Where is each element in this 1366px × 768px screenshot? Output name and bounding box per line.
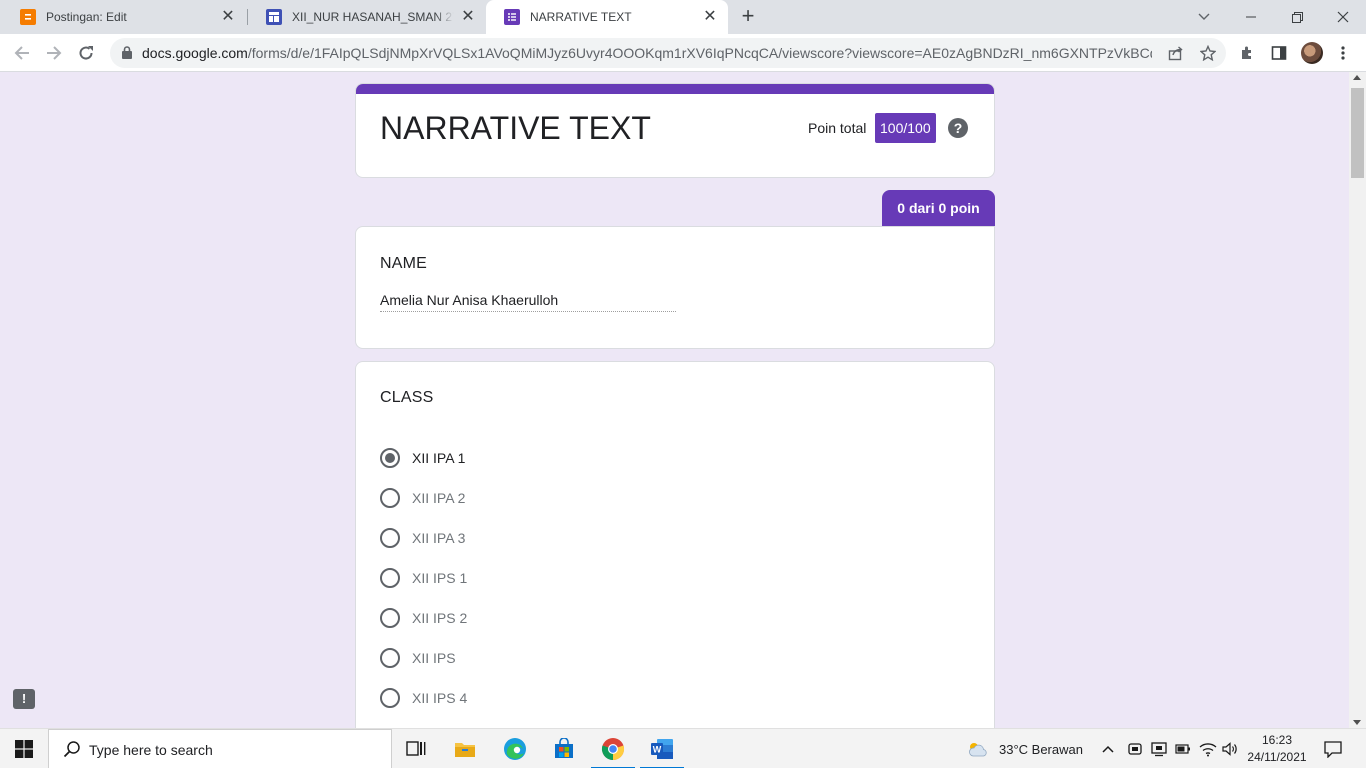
search-icon xyxy=(63,740,81,763)
back-icon[interactable] xyxy=(10,41,34,65)
radio-button[interactable] xyxy=(380,648,400,668)
scrollbar-thumb[interactable] xyxy=(1351,88,1364,178)
clock-date: 24/11/2021 xyxy=(1247,750,1307,764)
class-option[interactable]: XII IPA 1 xyxy=(380,446,465,470)
option-label: XII IPS 2 xyxy=(412,610,468,626)
search-placeholder: Type here to search xyxy=(89,742,213,758)
option-label: XII IPS xyxy=(412,650,456,666)
class-option[interactable]: XII IPS 1 xyxy=(380,566,467,590)
tab-title: XII_NUR HASANAH_SMAN 27 - N xyxy=(292,10,454,24)
forward-icon[interactable] xyxy=(42,41,66,65)
tab-title: NARRATIVE TEXT xyxy=(530,10,632,24)
class-option[interactable]: XII IPS 2 xyxy=(380,606,467,630)
network-display-icon[interactable] xyxy=(1151,729,1169,768)
scroll-up-icon[interactable] xyxy=(1353,75,1361,80)
option-label: XII IPA 1 xyxy=(412,450,466,466)
clock-time: 16:23 xyxy=(1261,733,1293,747)
taskbar-search-box[interactable]: Type here to search xyxy=(48,729,392,768)
points-badge: 100/100 xyxy=(875,113,936,143)
option-label: XII IPS 4 xyxy=(412,690,468,706)
minimize-button[interactable] xyxy=(1228,0,1274,34)
page-scrollbar[interactable] xyxy=(1349,72,1366,728)
wifi-icon[interactable] xyxy=(1199,729,1217,768)
tab-narrative-text[interactable]: NARRATIVE TEXT ✕ xyxy=(486,0,728,34)
word-icon[interactable]: W xyxy=(638,729,686,768)
close-tab-icon[interactable]: ✕ xyxy=(702,9,718,25)
class-option[interactable]: XII IPA 3 xyxy=(380,526,465,550)
url-text: docs.google.com/forms/d/e/1FAIpQLSdjNMpX… xyxy=(142,45,1152,61)
points-label: Poin total xyxy=(808,120,867,136)
form-title: NARRATIVE TEXT xyxy=(380,110,651,146)
menu-kebab-icon[interactable] xyxy=(1333,43,1353,63)
lock-icon[interactable] xyxy=(122,46,132,64)
battery-icon[interactable] xyxy=(1175,729,1191,768)
radio-button[interactable] xyxy=(380,488,400,508)
reload-icon[interactable] xyxy=(74,41,98,65)
system-clock[interactable]: 16:23 24/11/2021 xyxy=(1244,732,1310,766)
tab-postingan[interactable]: Postingan: Edit ✕ xyxy=(2,0,246,34)
question-score-tab: 0 dari 0 poin xyxy=(882,190,995,226)
url-host: docs.google.com xyxy=(142,45,248,61)
question-title: CLASS xyxy=(380,389,434,406)
blogger-icon xyxy=(20,9,36,25)
radio-button[interactable] xyxy=(380,568,400,588)
svg-text:W: W xyxy=(653,745,662,755)
close-tab-icon[interactable]: ✕ xyxy=(460,9,476,25)
edge-icon[interactable] xyxy=(491,729,539,768)
radio-button[interactable] xyxy=(380,608,400,628)
radio-button[interactable] xyxy=(380,528,400,548)
class-option[interactable]: XII IPS 4 xyxy=(380,686,467,710)
report-problem-icon[interactable]: ! xyxy=(13,689,35,709)
tray-chevron-icon[interactable] xyxy=(1101,729,1115,768)
class-option[interactable]: XII IPS xyxy=(380,646,456,670)
tab-title: Postingan: Edit xyxy=(46,10,127,24)
close-window-button[interactable] xyxy=(1320,0,1366,34)
browser-tab-strip: Postingan: Edit ✕ XII_NUR HASANAH_SMAN 2… xyxy=(0,0,1366,34)
form-header-card: NARRATIVE TEXT Poin total 100/100 ? xyxy=(355,83,995,178)
browser-toolbar: docs.google.com/forms/d/e/1FAIpQLSdjNMpX… xyxy=(0,34,1366,72)
question-title: NAME xyxy=(380,255,428,272)
weather-text: 33°C Berawan xyxy=(999,741,1083,757)
tab-search-icon[interactable] xyxy=(1181,0,1227,34)
microsoft-store-icon[interactable] xyxy=(540,729,588,768)
side-panel-icon[interactable] xyxy=(1269,43,1289,63)
option-label: XII IPA 2 xyxy=(412,490,466,506)
chrome-icon[interactable] xyxy=(589,729,637,768)
weather-widget[interactable]: 33°C Berawan xyxy=(966,729,1083,768)
bookmark-star-icon[interactable] xyxy=(1198,43,1218,63)
sites-icon xyxy=(266,9,282,25)
extensions-icon[interactable] xyxy=(1237,43,1257,63)
windows-start-icon[interactable] xyxy=(0,729,48,768)
task-view-icon[interactable] xyxy=(392,729,440,768)
close-tab-icon[interactable]: ✕ xyxy=(220,9,236,25)
radio-button[interactable] xyxy=(380,688,400,708)
weather-cloud-icon xyxy=(969,743,987,757)
share-icon[interactable] xyxy=(1166,43,1186,63)
class-option[interactable]: XII IPA 2 xyxy=(380,486,465,510)
restore-button[interactable] xyxy=(1274,0,1320,34)
option-label: XII IPS 1 xyxy=(412,570,468,586)
scroll-down-icon[interactable] xyxy=(1353,720,1361,725)
class-question-card: CLASS XII IPA 1 XII IPA 2 XII IPA 3 XII … xyxy=(355,361,995,741)
name-question-card: NAME Amelia Nur Anisa Khaerulloh xyxy=(355,226,995,349)
forms-icon xyxy=(504,9,520,25)
file-explorer-icon[interactable] xyxy=(441,729,489,768)
help-icon[interactable]: ? xyxy=(948,118,968,138)
profile-avatar[interactable] xyxy=(1301,42,1323,64)
meet-now-icon[interactable] xyxy=(1127,729,1143,768)
new-tab-button[interactable]: + xyxy=(737,5,759,28)
name-answer: Amelia Nur Anisa Khaerulloh xyxy=(380,292,676,312)
volume-icon[interactable] xyxy=(1221,729,1239,768)
radio-selected[interactable] xyxy=(380,448,400,468)
tab-xii-nur-hasanah[interactable]: XII_NUR HASANAH_SMAN 27 - N ✕ xyxy=(248,0,486,34)
address-bar[interactable]: docs.google.com/forms/d/e/1FAIpQLSdjNMpX… xyxy=(110,38,1226,68)
url-path: /forms/d/e/1FAIpQLSdjNMpXrVQLSx1AVoQMiMJ… xyxy=(247,45,1152,61)
form-accent-bar xyxy=(356,84,994,94)
windows-taskbar: Type here to search W 33°C Berawan 16:23 xyxy=(0,728,1366,768)
notifications-icon[interactable] xyxy=(1323,729,1343,768)
option-label: XII IPA 3 xyxy=(412,530,466,546)
